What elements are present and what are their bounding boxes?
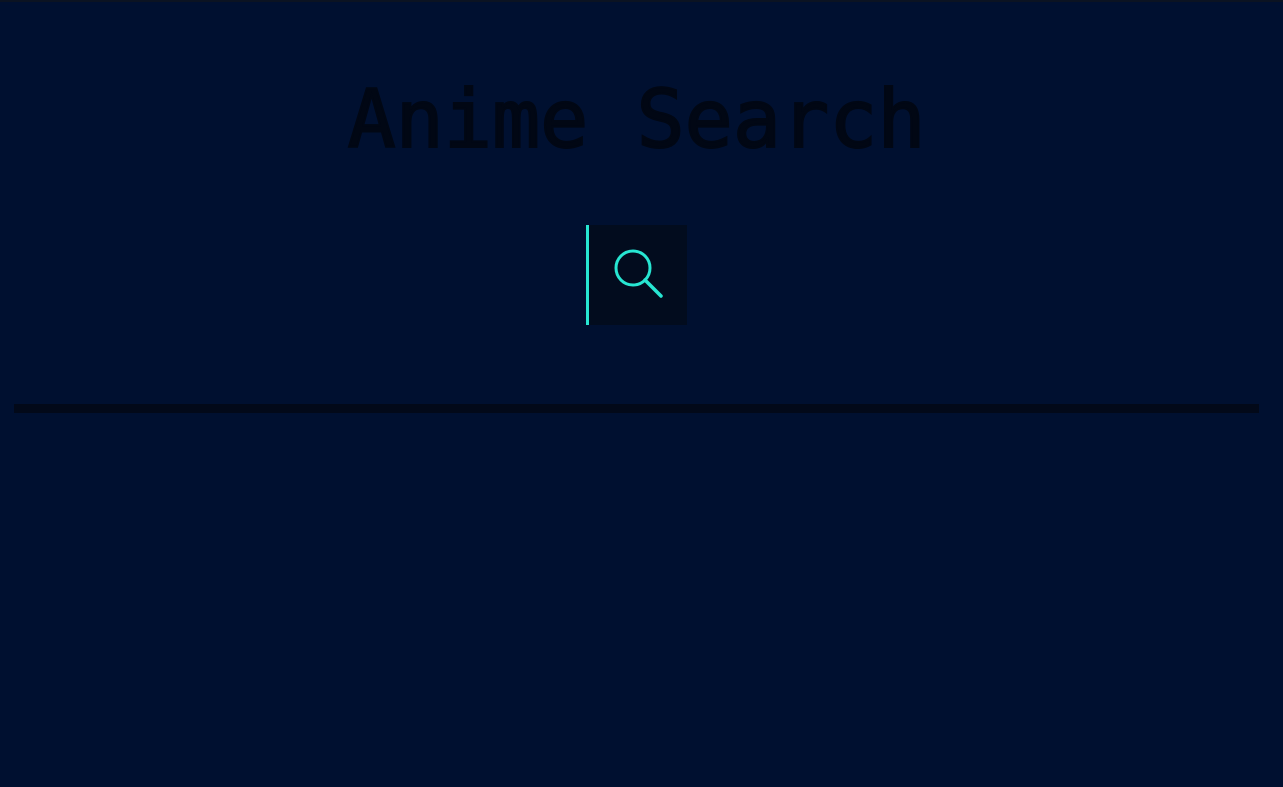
results-divider (14, 404, 1259, 413)
page-title: Anime Search (347, 73, 927, 167)
search-button[interactable] (589, 225, 687, 325)
mouse-pointer-icon (1122, 782, 1130, 787)
window-top-border (0, 0, 1283, 2)
search-icon (608, 245, 668, 305)
